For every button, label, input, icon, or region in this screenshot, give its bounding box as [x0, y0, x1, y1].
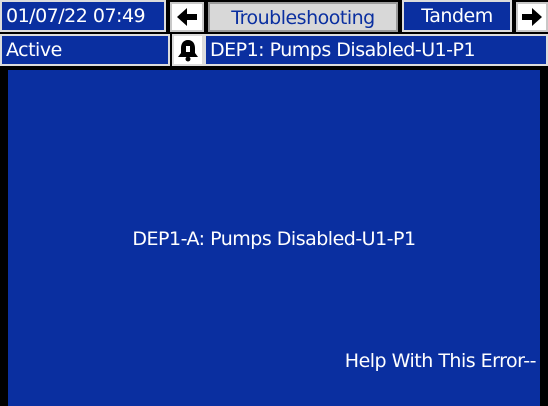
active-error-code: DEP1: Pumps Disabled-U1-P1 — [204, 34, 548, 66]
help-with-error-link[interactable]: Help With This Error-- — [345, 350, 537, 372]
system-status: Active — [0, 34, 170, 66]
previous-screen-button[interactable] — [170, 2, 204, 32]
datetime-display: 01/07/22 07:49 — [0, 0, 166, 32]
tab-tandem[interactable]: Tandem — [402, 0, 512, 32]
error-description: DEP1-A: Pumps Disabled-U1-P1 — [132, 228, 416, 250]
next-screen-button[interactable] — [516, 2, 548, 32]
error-detail-panel: DEP1-A: Pumps Disabled-U1-P1 Help With T… — [8, 70, 540, 406]
tab-troubleshooting[interactable]: Troubleshooting — [208, 2, 398, 32]
arrow-right-icon — [522, 8, 542, 26]
bell-icon — [178, 40, 198, 62]
arrow-left-icon — [177, 8, 197, 26]
alarm-indicator — [172, 34, 204, 66]
